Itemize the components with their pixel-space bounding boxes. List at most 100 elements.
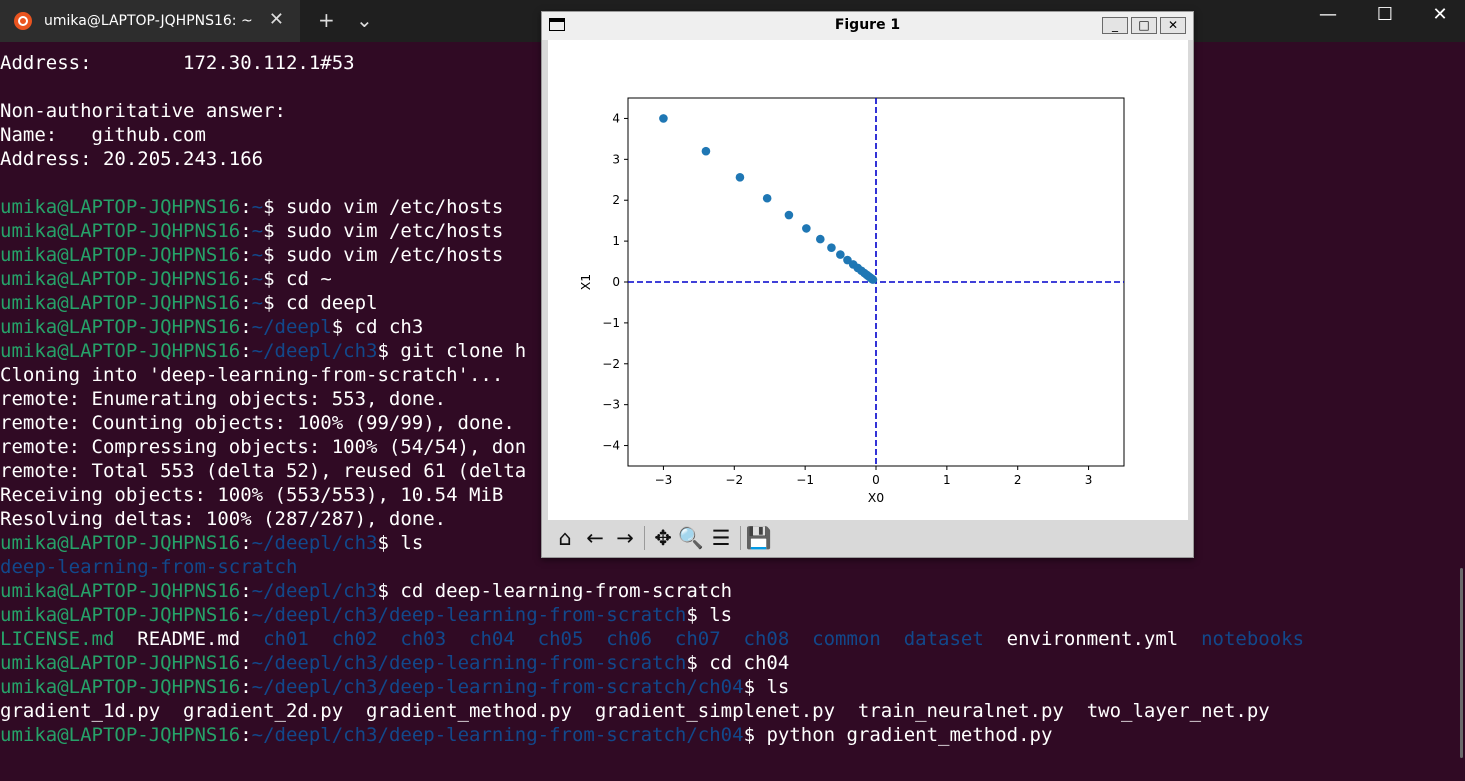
maximize-button[interactable]: ☐ xyxy=(1365,4,1405,25)
forward-icon[interactable]: → xyxy=(610,524,640,552)
terminal-text: $ ls xyxy=(377,532,424,554)
terminal-text: umika@LAPTOP-JQHPNS16 xyxy=(0,532,241,554)
scatter-point xyxy=(827,243,836,252)
y-tick-label: −2 xyxy=(602,357,620,371)
close-button[interactable]: ✕ xyxy=(1420,4,1460,25)
terminal-line: umika@LAPTOP-JQHPNS16:~/deepl/ch3/deep-l… xyxy=(0,675,1465,699)
terminal-line: umika@LAPTOP-JQHPNS16:~/deepl/ch3$ cd de… xyxy=(0,579,1465,603)
pan-icon[interactable]: ✥ xyxy=(648,524,678,552)
tab-title: umika@LAPTOP-JQHPNS16: ~ xyxy=(44,13,253,29)
terminal-text: Address: 20.205.243.166 xyxy=(0,148,264,170)
figure-titlebar[interactable]: Figure 1 _ □ ✕ xyxy=(542,12,1193,40)
terminal-text: ~/deepl/ch3 xyxy=(251,580,378,602)
tab-close-icon[interactable]: ✕ xyxy=(269,9,284,30)
terminal-text: ~/deepl/ch3 xyxy=(251,340,378,362)
terminal-text: : xyxy=(240,196,252,218)
terminal-text: umika@LAPTOP-JQHPNS16 xyxy=(0,724,241,746)
x-tick-label: 1 xyxy=(943,473,951,487)
zoom-icon[interactable]: 🔍 xyxy=(676,524,706,552)
figure-minimize-button[interactable]: _ xyxy=(1102,17,1128,34)
x-tick-label: −1 xyxy=(796,473,814,487)
terminal-text: umika@LAPTOP-JQHPNS16 xyxy=(0,604,241,626)
x-tick-label: 3 xyxy=(1085,473,1093,487)
terminal-text: : xyxy=(240,292,252,314)
terminal-line: LICENSE.md README.md ch01 ch02 ch03 ch04… xyxy=(0,627,1465,651)
terminal-text: umika@LAPTOP-JQHPNS16 xyxy=(0,676,241,698)
terminal-text: ~/deepl/ch3/deep-learning-from-scratch xyxy=(251,652,687,674)
new-tab-button[interactable]: + xyxy=(318,8,335,32)
y-tick-label: 3 xyxy=(612,152,620,166)
y-tick-label: 0 xyxy=(612,275,620,289)
y-tick-label: 1 xyxy=(612,234,620,248)
terminal-text: $ ls xyxy=(743,676,790,698)
y-tick-label: 4 xyxy=(612,111,620,125)
terminal-text: : xyxy=(240,604,252,626)
terminal-text: notebooks xyxy=(1201,628,1305,650)
terminal-text: $ sudo vim /etc/hosts xyxy=(263,244,504,266)
figure-toolbar: ⌂ ← → ✥ 🔍 ☰ 💾 xyxy=(548,520,1188,556)
terminal-text: ~/deepl/ch3/deep-learning-from-scratch/c… xyxy=(251,676,744,698)
scatter-point xyxy=(784,210,794,220)
save-icon[interactable]: 💾 xyxy=(744,524,774,552)
terminal-text: Cloning into 'deep-learning-from-scratch… xyxy=(0,364,504,386)
x-tick-label: 0 xyxy=(872,473,880,487)
home-icon[interactable]: ⌂ xyxy=(550,524,580,552)
terminal-line: umika@LAPTOP-JQHPNS16:~/deepl/ch3/deep-l… xyxy=(0,723,1465,747)
terminal-text: ~ xyxy=(251,196,264,218)
figure-maximize-button[interactable]: □ xyxy=(1131,17,1157,34)
terminal-text: ~/deepl/ch3/deep-learning-from-scratch xyxy=(251,604,687,626)
x-tick-label: −2 xyxy=(725,473,743,487)
y-tick-label: −1 xyxy=(602,316,620,330)
terminal-line: gradient_1d.py gradient_2d.py gradient_m… xyxy=(0,699,1465,723)
figure-window[interactable]: Figure 1 _ □ ✕ −3 −2 −1 0 1 2 3 −4 −3 −2 −1 0 1 2 3 4 X0… xyxy=(541,11,1194,558)
terminal-text: environment.yml xyxy=(983,628,1202,650)
terminal-text: remote: Enumerating objects: 553, done. xyxy=(0,388,447,410)
terminal-text: umika@LAPTOP-JQHPNS16 xyxy=(0,196,241,218)
terminal-text: $ ls xyxy=(686,604,733,626)
terminal-text: : xyxy=(240,268,252,290)
figure-canvas[interactable]: −3 −2 −1 0 1 2 3 −4 −3 −2 −1 0 1 2 3 4 X0 X1 xyxy=(548,40,1188,520)
terminal-text: $ sudo vim /etc/hosts xyxy=(263,220,504,242)
terminal-text: ~ xyxy=(251,220,264,242)
terminal-scrollbar[interactable] xyxy=(1460,568,1463,758)
configure-icon[interactable]: ☰ xyxy=(706,524,736,552)
figure-close-button[interactable]: ✕ xyxy=(1160,17,1186,34)
terminal-text: : xyxy=(240,724,252,746)
minimize-button[interactable]: — xyxy=(1308,4,1348,25)
terminal-text: umika@LAPTOP-JQHPNS16 xyxy=(0,244,241,266)
terminal-text: : xyxy=(240,316,252,338)
scatter-point xyxy=(735,173,745,182)
scatter-point xyxy=(816,234,825,244)
terminal-text: README.md xyxy=(114,628,264,650)
terminal-text: ~ xyxy=(251,292,264,314)
y-tick-label: 2 xyxy=(612,193,620,207)
scatter-point xyxy=(868,275,878,284)
terminal-text: remote: Compressing objects: 100% (54/54… xyxy=(0,436,527,458)
terminal-text: Non-authoritative answer: xyxy=(0,100,286,122)
terminal-text: ch01 ch02 ch03 ch04 ch05 ch06 ch07 ch08 … xyxy=(263,628,984,650)
tab-menu-chevron-icon[interactable]: ⌄ xyxy=(356,8,373,32)
terminal-line: deep-learning-from-scratch xyxy=(0,555,1465,579)
terminal-text: gradient_1d.py gradient_2d.py gradient_m… xyxy=(0,700,1270,722)
terminal-text: umika@LAPTOP-JQHPNS16 xyxy=(0,316,241,338)
terminal-text: $ cd deepl xyxy=(263,292,378,314)
terminal-text: umika@LAPTOP-JQHPNS16 xyxy=(0,292,241,314)
terminal-text: umika@LAPTOP-JQHPNS16 xyxy=(0,220,241,242)
terminal-tab[interactable]: umika@LAPTOP-JQHPNS16: ~ ✕ xyxy=(0,0,300,42)
scatter-chart[interactable]: −3 −2 −1 0 1 2 3 −4 −3 −2 −1 0 1 2 3 4 X0 X1 xyxy=(548,40,1188,520)
terminal-text: : xyxy=(240,676,252,698)
ubuntu-icon xyxy=(14,12,32,30)
scatter-point xyxy=(836,250,845,259)
terminal-text: umika@LAPTOP-JQHPNS16 xyxy=(0,340,241,362)
terminal-text: Receiving objects: 100% (553/553), 10.54… xyxy=(0,484,504,506)
terminal-line: umika@LAPTOP-JQHPNS16:~/deepl/ch3/deep-l… xyxy=(0,651,1465,675)
terminal-line: umika@LAPTOP-JQHPNS16:~/deepl/ch3/deep-l… xyxy=(0,603,1465,627)
terminal-text: Address: 172.30.112.1#53 xyxy=(0,52,355,74)
terminal-text: $ python gradient_method.py xyxy=(743,724,1053,746)
scatter-point xyxy=(802,224,811,233)
y-tick-label: −3 xyxy=(602,398,620,412)
terminal-text: $ sudo vim /etc/hosts xyxy=(263,196,504,218)
back-icon[interactable]: ← xyxy=(580,524,610,552)
terminal-text: : xyxy=(240,652,252,674)
terminal-text: : xyxy=(240,340,252,362)
